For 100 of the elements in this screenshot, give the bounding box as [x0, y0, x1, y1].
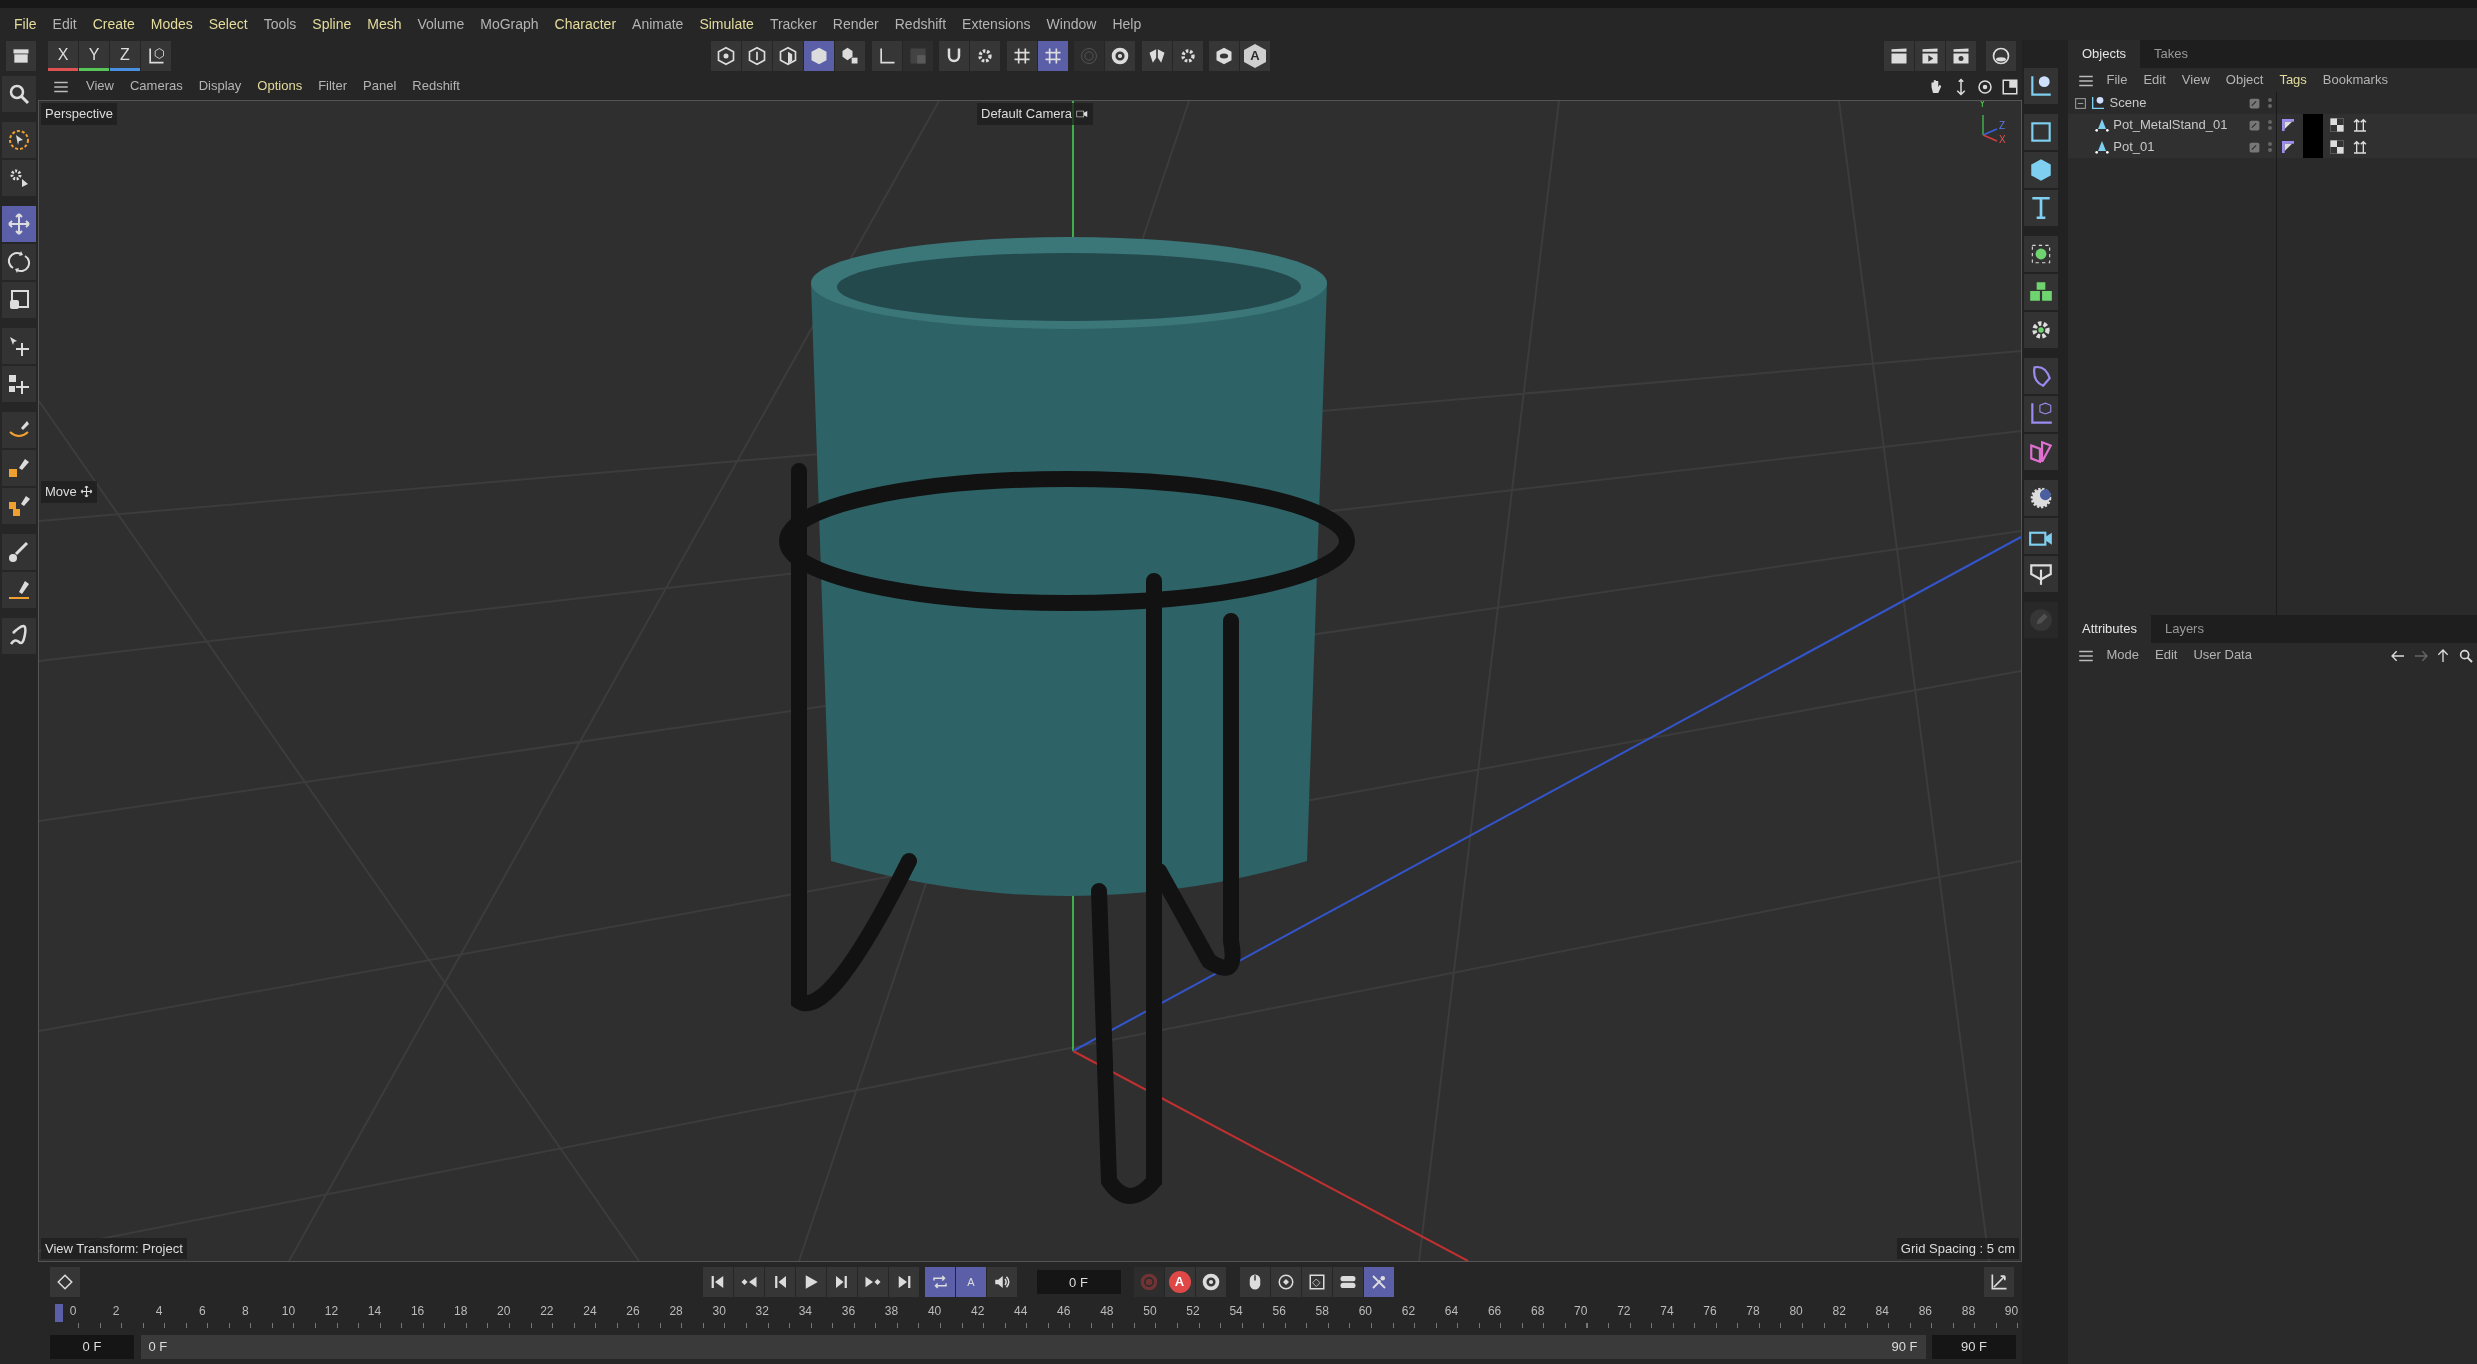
grid-button[interactable] [1037, 41, 1068, 71]
menu-item[interactable]: Character [546, 13, 625, 35]
next-button[interactable] [826, 1267, 857, 1297]
material-tag-swatch[interactable] [2302, 114, 2323, 136]
viewport-menu-item[interactable]: Panel [355, 76, 405, 96]
edges-button[interactable] [742, 41, 772, 71]
light-button[interactable] [2024, 480, 2058, 516]
panel-tab[interactable]: Attributes [2068, 615, 2151, 643]
menu-item[interactable]: Window [1038, 13, 1105, 35]
object-name[interactable]: Scene [2109, 93, 2245, 113]
panel-menu-item[interactable]: View [2173, 70, 2218, 90]
text-tool-button[interactable] [2024, 190, 2058, 226]
menu-item[interactable]: File [6, 13, 45, 35]
gear-circle-button[interactable] [1105, 41, 1135, 71]
material-tag-swatch[interactable] [2302, 136, 2323, 158]
autokey-button[interactable]: A [1164, 1267, 1195, 1297]
magnet-button[interactable] [939, 41, 969, 71]
menu-item[interactable]: Select [200, 13, 256, 35]
expand-toggle[interactable] [2074, 96, 2087, 110]
archive-button[interactable] [6, 41, 36, 71]
search-tool-button[interactable] [2, 76, 36, 112]
snap-button[interactable] [1364, 1267, 1394, 1297]
axis-lock-button[interactable]: X [48, 41, 78, 71]
menu-item[interactable]: Render [824, 13, 887, 35]
scene-button[interactable] [2024, 68, 2058, 104]
cloner-button[interactable] [2024, 236, 2058, 272]
axis-lock-button[interactable]: Y [79, 41, 109, 71]
arrow-move-tool-button[interactable] [2, 328, 36, 364]
prev-key-button[interactable] [733, 1267, 764, 1297]
deformer-button[interactable] [2024, 358, 2058, 394]
graph-button[interactable] [1984, 1267, 2014, 1297]
gear-button[interactable] [970, 41, 1000, 71]
viewport-menu-item[interactable]: View [78, 76, 122, 96]
viewport-menu-item[interactable]: Redshift [404, 76, 468, 96]
panel-menu-item[interactable]: Object [2217, 70, 2272, 90]
clapper-play-button[interactable] [1915, 41, 1945, 71]
range-bar[interactable]: 0 F 90 F [140, 1334, 1926, 1359]
range-start-field[interactable]: 0 F [50, 1334, 134, 1359]
next-key-button[interactable] [857, 1267, 888, 1297]
axis-button[interactable] [871, 41, 902, 71]
range-end-field[interactable]: 90 F [1932, 1334, 2016, 1359]
gear-nodes-button[interactable] [2024, 312, 2058, 348]
cube-button[interactable] [2024, 152, 2058, 188]
panel-menu-item[interactable]: Tags [2271, 70, 2315, 90]
prev-button[interactable] [764, 1267, 795, 1297]
butterfly-button[interactable] [1141, 41, 1172, 71]
menu-item[interactable]: Extensions [954, 13, 1039, 35]
menu-item[interactable]: Create [84, 13, 143, 35]
panel-tab[interactable]: Layers [2150, 615, 2218, 643]
last-button[interactable] [888, 1267, 919, 1297]
pen-curve-tool-button[interactable] [2, 412, 36, 448]
speaker-button[interactable] [987, 1267, 1017, 1297]
squiggle-tool-button[interactable] [2, 618, 36, 654]
keyframe-button[interactable] [50, 1267, 80, 1297]
frame-field[interactable]: 0 F [1036, 1270, 1121, 1294]
select-tool-button[interactable] [2, 122, 36, 158]
clapper-button[interactable] [1884, 41, 1914, 71]
menu-item[interactable]: Animate [624, 13, 692, 35]
clapper-gear-button[interactable] [1946, 41, 1976, 71]
panel-tab[interactable]: Takes [2140, 40, 2203, 68]
rotate-key-button[interactable] [1271, 1267, 1301, 1297]
mouse-button[interactable] [1240, 1267, 1270, 1297]
menu-item[interactable]: Redshift [886, 13, 955, 35]
scale-tool-button[interactable] [2, 282, 36, 318]
pen-cubes-tool-button[interactable] [2, 488, 36, 524]
menu-item[interactable]: MoGraph [472, 13, 547, 35]
move-tool-button[interactable] [2, 206, 36, 242]
menu-item[interactable]: Tools [255, 13, 305, 35]
first-button[interactable] [702, 1267, 733, 1297]
toggle-button[interactable] [1333, 1267, 1363, 1297]
menu-item[interactable]: Volume [409, 13, 473, 35]
menu-item[interactable]: Tracker [761, 13, 825, 35]
viewport-menu-item[interactable]: Display [190, 76, 250, 96]
menu-item[interactable]: Edit [44, 13, 85, 35]
viewport-menu-item[interactable]: Filter [310, 76, 356, 96]
viewport-menu-item[interactable]: Options [249, 76, 311, 96]
auto-key-button[interactable]: A [956, 1267, 986, 1297]
coordinate-button[interactable] [141, 41, 171, 71]
sphere-button[interactable] [1986, 41, 2016, 71]
camera-button[interactable] [2024, 518, 2058, 554]
cubes-move-tool-button[interactable] [2, 366, 36, 402]
eye-button[interactable] [1209, 41, 1239, 71]
panel-menu-item[interactable]: Bookmarks [2314, 70, 2396, 90]
play-button[interactable] [795, 1267, 826, 1297]
loop-button[interactable] [925, 1267, 955, 1297]
mode-button[interactable]: A [1240, 41, 1270, 71]
camera-label[interactable]: Default Camera [977, 103, 1094, 125]
menu-item[interactable]: Simulate [691, 13, 762, 35]
points-button[interactable] [711, 41, 741, 71]
panel-menu-item[interactable]: User Data [2185, 645, 2260, 665]
frame-key-button[interactable] [1302, 1267, 1332, 1297]
axis-lock-button[interactable]: Z [110, 41, 140, 71]
panel-menu-item[interactable]: Mode [2098, 645, 2148, 665]
menu-item[interactable]: Modes [142, 13, 201, 35]
grid-button[interactable] [1006, 41, 1037, 71]
settings-button[interactable] [1195, 1267, 1226, 1297]
pen-line-tool-button[interactable] [2, 572, 36, 608]
rotate-tool-button[interactable] [2, 244, 36, 280]
polygons-button[interactable] [773, 41, 803, 71]
panel-menu-item[interactable]: Edit [2135, 70, 2174, 90]
